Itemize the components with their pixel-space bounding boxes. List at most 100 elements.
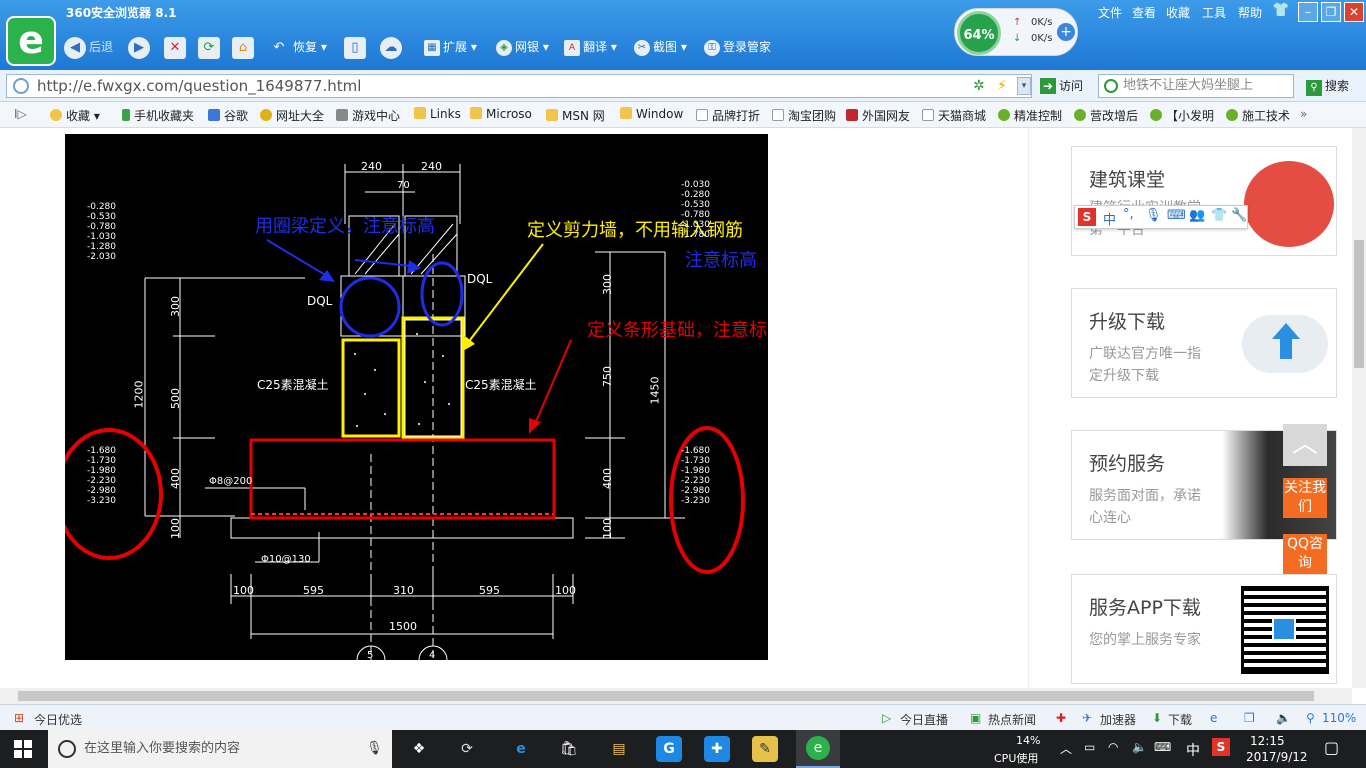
user-icon[interactable]: 👥: [1189, 208, 1205, 223]
forward-button[interactable]: ▶: [128, 34, 153, 60]
plus-icon[interactable]: +: [1057, 23, 1075, 41]
minimize-button[interactable]: –: [1298, 2, 1318, 22]
bookmark-favorites[interactable]: 收藏 ▾: [50, 107, 100, 124]
chevron-up-icon[interactable]: ︿: [1060, 740, 1072, 757]
bookmark-item[interactable]: 手机收藏夹: [122, 107, 194, 124]
close-button[interactable]: ✕: [1344, 2, 1364, 22]
url-field[interactable]: http://e.fwxgx.com/question_1649877.html…: [6, 74, 1032, 98]
clock-date[interactable]: 2017/9/12: [1246, 750, 1308, 764]
windows-start-icon[interactable]: [14, 740, 32, 758]
back-to-top-button[interactable]: ︿: [1283, 424, 1327, 466]
volume-icon[interactable]: 🔈: [1132, 740, 1147, 754]
today-picks[interactable]: 今日优选: [34, 711, 82, 728]
menu-tools[interactable]: 工具: [1202, 4, 1226, 21]
bookmark-item[interactable]: 品牌打折: [696, 107, 760, 124]
keyboard-icon[interactable]: ⌨: [1167, 208, 1186, 223]
cloud-button[interactable]: ☁: [380, 34, 405, 60]
notification-icon[interactable]: ▢: [1324, 738, 1339, 757]
screenshot-button[interactable]: ✂ 截图 ▾: [634, 34, 687, 60]
microphone-icon[interactable]: 🎙: [1145, 208, 1162, 223]
qq-consult-button[interactable]: QQ咨询: [1283, 534, 1327, 574]
clock-time[interactable]: 12:15: [1250, 734, 1285, 748]
bookmark-item[interactable]: 天猫商城: [922, 107, 986, 124]
punctuation-icon[interactable]: °,: [1123, 207, 1134, 222]
more-chevron-icon[interactable]: »: [1300, 107, 1307, 121]
scroll-thumb[interactable]: [18, 691, 1314, 701]
ime-toolbar[interactable]: S 中 °, 🎙 ⌨ 👥 👕 🔧: [1074, 205, 1248, 229]
lightning-icon[interactable]: ⚡: [997, 75, 1007, 97]
search-input[interactable]: 地铁不让座大妈坐腿上: [1098, 74, 1294, 98]
window-icon[interactable]: ❐: [1244, 711, 1255, 725]
sogou-tray-icon[interactable]: S: [1212, 738, 1230, 756]
url-dropdown[interactable]: ▾: [1017, 77, 1031, 95]
home-button[interactable]: ⌂: [232, 34, 257, 60]
task-view-icon[interactable]: ❖: [406, 736, 432, 762]
edge-icon[interactable]: e: [508, 736, 534, 762]
extend-button[interactable]: ▦ 扩展 ▾: [424, 34, 477, 60]
notes-icon[interactable]: ✎: [752, 736, 778, 762]
wifi-icon[interactable]: ◠: [1108, 740, 1118, 754]
wrench-icon[interactable]: 🔧: [1231, 208, 1247, 223]
vertical-scrollbar[interactable]: [1352, 128, 1366, 688]
bank-button[interactable]: ◈ 网银 ▾: [496, 34, 549, 60]
bookmark-item[interactable]: 游戏中心: [336, 107, 400, 124]
app-plus-icon[interactable]: ✚: [704, 736, 730, 762]
translate-button[interactable]: A 翻译 ▾: [564, 34, 617, 60]
sidebar-toggle-icon[interactable]: I▷: [14, 107, 27, 121]
menu-file[interactable]: 文件: [1098, 4, 1122, 21]
bookmark-folder[interactable]: Microso: [470, 107, 532, 121]
restore-button[interactable]: ↶ 恢复 ▾: [268, 34, 327, 60]
scroll-thumb[interactable]: [1354, 240, 1364, 368]
accelerator[interactable]: 加速器: [1100, 711, 1136, 728]
card-building-class[interactable]: 建筑课堂 建筑行业实训教学第一平台 S 中 °, 🎙 ⌨ 👥 👕 🔧: [1071, 146, 1337, 256]
menu-favorites[interactable]: 收藏: [1166, 4, 1190, 21]
plus-icon[interactable]: ✚: [1056, 711, 1066, 725]
keyboard-icon[interactable]: ⌨: [1154, 740, 1171, 754]
glodon-icon[interactable]: G: [656, 736, 682, 762]
microphone-icon[interactable]: 🎙: [366, 730, 383, 768]
zoom-level[interactable]: 110%: [1322, 711, 1356, 725]
volume-icon[interactable]: 🔈: [1276, 711, 1291, 725]
visit-button[interactable]: ➜ 访问: [1040, 77, 1083, 94]
login-manager-button[interactable]: ⚿ 登录管家: [704, 34, 771, 60]
today-live[interactable]: 今日直播: [900, 711, 948, 728]
card-upgrade-download[interactable]: 升级下载 广联达官方唯一指定升级下载: [1071, 288, 1337, 398]
skin-icon[interactable]: 👕: [1272, 2, 1289, 18]
app-icon[interactable]: ⟳: [454, 736, 480, 762]
back-button[interactable]: ◀ 后退: [64, 34, 113, 60]
bookmark-item[interactable]: 外国网友: [846, 107, 910, 124]
bookmark-folder[interactable]: MSN 网: [546, 107, 605, 124]
taskbar-search-input[interactable]: 在这里输入你要搜索的内容 🎙: [48, 730, 392, 768]
menu-view[interactable]: 查看: [1132, 4, 1156, 21]
hot-news[interactable]: 热点新闻: [988, 711, 1036, 728]
ime-indicator[interactable]: 中: [1186, 740, 1200, 760]
store-icon[interactable]: 🛍: [556, 736, 582, 762]
ime-mode[interactable]: 中: [1103, 209, 1116, 228]
bookmark-folder[interactable]: Window: [620, 107, 683, 121]
bookmark-item[interactable]: 精准控制: [998, 107, 1062, 124]
refresh-button[interactable]: ⟳: [198, 34, 223, 60]
phone-button[interactable]: ▯: [344, 34, 369, 60]
bookmark-item[interactable]: 淘宝团购: [772, 107, 836, 124]
card-app-download[interactable]: 服务APP下载 您的掌上服务专家: [1071, 574, 1337, 684]
bookmark-folder[interactable]: Links: [414, 107, 461, 121]
maximize-button[interactable]: ❐: [1321, 2, 1341, 22]
360-browser-taskbar-icon[interactable]: e: [796, 730, 840, 768]
horizontal-scrollbar[interactable]: [0, 688, 1352, 704]
bookmark-item[interactable]: 谷歌: [208, 107, 248, 124]
bookmark-item[interactable]: 【小发明: [1150, 107, 1214, 124]
bookmark-item[interactable]: 施工技术: [1226, 107, 1290, 124]
battery-icon[interactable]: ▭: [1084, 740, 1095, 754]
bookmark-item[interactable]: 营改增后: [1074, 107, 1138, 124]
bookmark-item[interactable]: 网址大全: [260, 107, 324, 124]
follow-us-button[interactable]: 关注我们: [1283, 478, 1327, 518]
search-button[interactable]: ⚲ 搜索: [1306, 77, 1349, 96]
menu-help[interactable]: 帮助: [1238, 4, 1262, 21]
skin-icon[interactable]: 👕: [1211, 208, 1227, 223]
stop-button[interactable]: ✕: [164, 34, 189, 60]
browser-logo-icon[interactable]: e: [6, 16, 56, 66]
file-explorer-icon[interactable]: ▤: [606, 736, 632, 762]
ie-icon[interactable]: e: [1210, 711, 1217, 725]
speed-widget[interactable]: 64% ↑ 0K/s ↓ 0K/s +: [954, 8, 1078, 56]
downloads[interactable]: 下载: [1168, 711, 1192, 728]
